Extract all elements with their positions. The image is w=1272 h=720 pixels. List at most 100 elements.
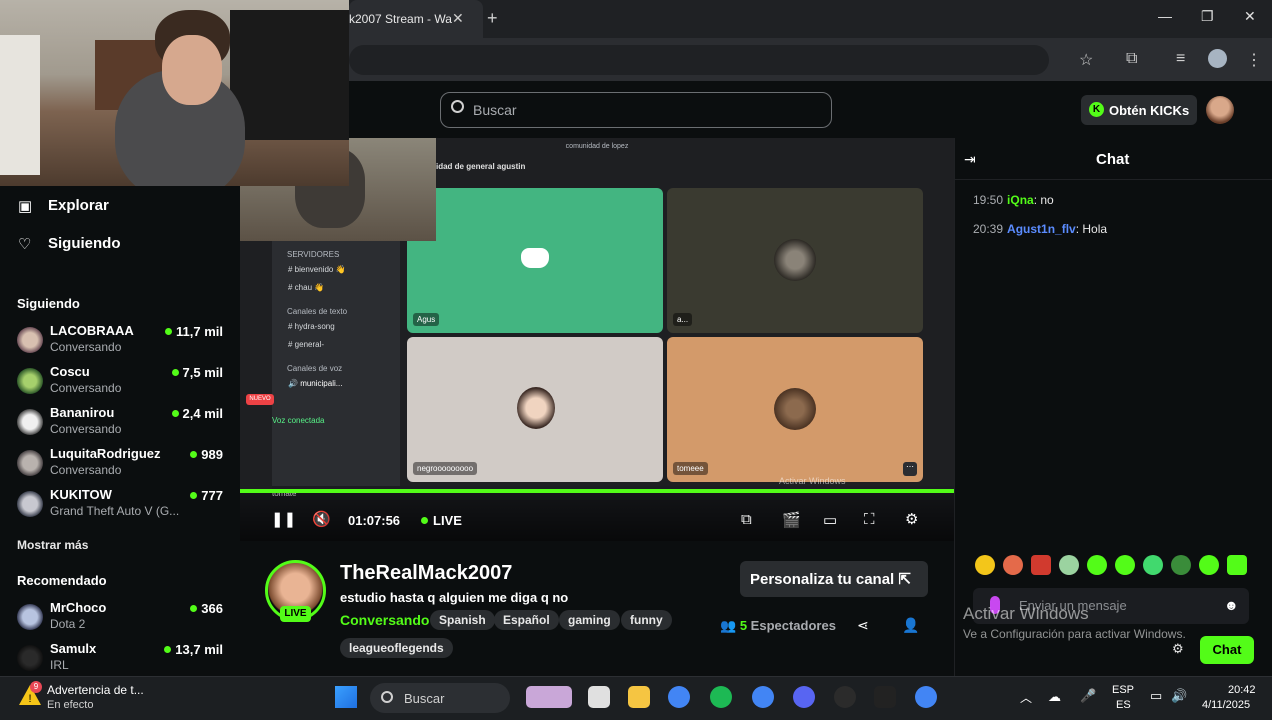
user-avatar[interactable] [1206,96,1234,124]
voice-channels-label: Canales de voz [287,364,343,373]
settings-gear-icon[interactable]: ⚙ [905,510,918,528]
chrome-active-icon[interactable] [752,686,774,708]
sidebar-channel-coscu[interactable]: Coscu Conversando 7,5 mil [17,364,227,402]
chrome-profile-icon[interactable] [915,686,937,708]
chat-message: 19:50 iQna: no [973,193,1054,207]
tag-leagueoflegends[interactable]: leagueoflegends [340,638,453,658]
heart-icon: ♡ [18,236,32,253]
obs-icon[interactable] [834,686,856,708]
discord-server-rail [240,240,272,490]
emote[interactable] [1003,555,1023,575]
fullscreen-icon[interactable]: ⛶ [864,511,875,528]
microphone-icon[interactable]: 🎤 [1080,688,1096,704]
pip-icon[interactable]: ⧉ [741,511,752,528]
network-icon[interactable]: ▭ [1150,688,1162,704]
sidebar-channel-samulx[interactable]: Samulx IRL 13,7 mil [17,641,227,679]
emote[interactable] [1171,555,1191,575]
emote[interactable] [1087,555,1107,575]
close-window-button[interactable]: ✕ [1244,8,1256,25]
follow-user-icon[interactable]: 👤 [902,617,919,634]
tag-spanish[interactable]: Spanish [430,610,495,630]
avatar [17,645,43,671]
maximize-button[interactable]: ❐ [1201,8,1214,25]
file-explorer-icon[interactable] [628,686,650,708]
stream-category[interactable]: Conversando [340,612,429,628]
channel-name: LuquitaRodriguez [50,446,161,461]
sidebar-channel-mrchoco[interactable]: MrChoco Dota 2 366 [17,600,227,638]
viewer-count: 11,7 mil [165,324,223,339]
emote[interactable] [1115,555,1135,575]
call-tile-tomeee: tomeee ⋯ [667,337,923,482]
kicks-icon: K [1089,102,1104,117]
channel-name: KUKITOW [50,487,112,502]
viewer-count: 989 [190,447,223,462]
tab-close-icon[interactable]: ✕ [452,10,464,27]
windows-start-icon[interactable] [335,686,357,708]
address-bar[interactable] [349,45,1049,75]
streamer-name[interactable]: TheRealMack2007 [340,562,512,585]
nav-explorar[interactable]: Explorar [48,197,109,214]
search-input[interactable]: Buscar [440,92,832,128]
voice-channel-item: 🔊 municipali... [288,379,343,388]
taskbar-warning-title[interactable]: Advertencia de t... [47,683,144,697]
channel-name: Samulx [50,641,97,656]
tile-label: tomeee [673,462,708,475]
windows-watermark: Activar Windows [779,476,846,486]
emote[interactable] [975,555,995,575]
channel-name: MrChoco [50,600,107,615]
minimize-button[interactable]: — [1158,8,1172,24]
customize-channel-button[interactable]: Personaliza tu canal ⇱ [740,561,928,597]
activate-windows-title: Activar Windows [963,604,1089,623]
tag-gaming[interactable]: gaming [559,610,620,630]
viewer-count: 366 [190,601,223,616]
voice-connected-status: Voz conectada [272,416,325,425]
sidebar-channel-lacobraaa[interactable]: LACOBRAAA Conversando 11,7 mil [17,323,227,361]
emote[interactable] [1199,555,1219,575]
emote[interactable] [1143,555,1163,575]
clip-icon[interactable]: 🎬 [782,511,801,529]
language-indicator[interactable]: ESP [1112,684,1134,696]
extensions-icon[interactable]: ⧉ [1126,50,1137,68]
viewer-count: 13,7 mil [164,642,223,657]
emoji-icon[interactable]: ☻ [1224,597,1239,613]
svg-text:!: ! [28,693,31,705]
channel-category: Conversando [50,381,122,395]
emote[interactable] [1031,555,1051,575]
new-tab-button[interactable]: + [487,8,498,29]
tag-funny[interactable]: funny [621,610,672,630]
discord-icon[interactable] [793,686,815,708]
sidebar-channel-bananirou[interactable]: Bananirou Conversando 2,4 mil [17,405,227,443]
channel-name: Coscu [50,364,90,379]
following-section-title: Siguiendo [17,296,80,311]
pause-icon[interactable]: ❚❚ [271,510,296,528]
epic-games-icon[interactable] [874,686,896,708]
channel-category: Conversando [50,340,122,354]
tag-espanol[interactable]: Español [494,610,559,630]
media-control-icon[interactable]: ≡ [1176,50,1185,68]
tray-chevron-icon[interactable]: ︿ [1020,689,1032,706]
onedrive-icon[interactable]: ☁ [1048,689,1061,705]
share-icon[interactable]: ⋖ [857,617,869,634]
chat-send-button[interactable]: Chat [1200,636,1254,664]
profile-avatar-icon[interactable] [1208,49,1227,68]
mute-icon[interactable]: 🔇 [312,510,331,528]
volume-icon[interactable]: 🔊 [1171,688,1187,704]
chat-settings-icon[interactable]: ⚙ [1172,641,1184,657]
task-view-icon[interactable] [588,686,610,708]
clock-time[interactable]: 20:42 [1228,684,1256,696]
show-more-link[interactable]: Mostrar más [17,538,88,552]
browser-menu-icon[interactable]: ⋮ [1246,50,1262,70]
sidebar-channel-luquitarodriguez[interactable]: LuquitaRodriguez Conversando 989 [17,446,227,484]
search-highlight-icon[interactable] [526,686,572,708]
collapse-chat-icon[interactable]: ⇥ [964,151,976,168]
nav-siguiendo[interactable]: Siguiendo [48,235,121,252]
playback-time: 01:07:56 [348,513,401,528]
chrome-icon[interactable] [668,686,690,708]
theater-mode-icon[interactable]: ▭ [823,511,837,529]
activate-windows-subtitle: Ve a Configuración para activar Windows. [963,627,1186,641]
emote[interactable] [1227,555,1247,575]
emote[interactable] [1059,555,1079,575]
sidebar-channel-kukitow[interactable]: KUKITOW Grand Theft Auto V (G... 777 [17,487,227,525]
bookmark-star-icon[interactable]: ☆ [1079,50,1093,70]
spotify-icon[interactable] [710,686,732,708]
